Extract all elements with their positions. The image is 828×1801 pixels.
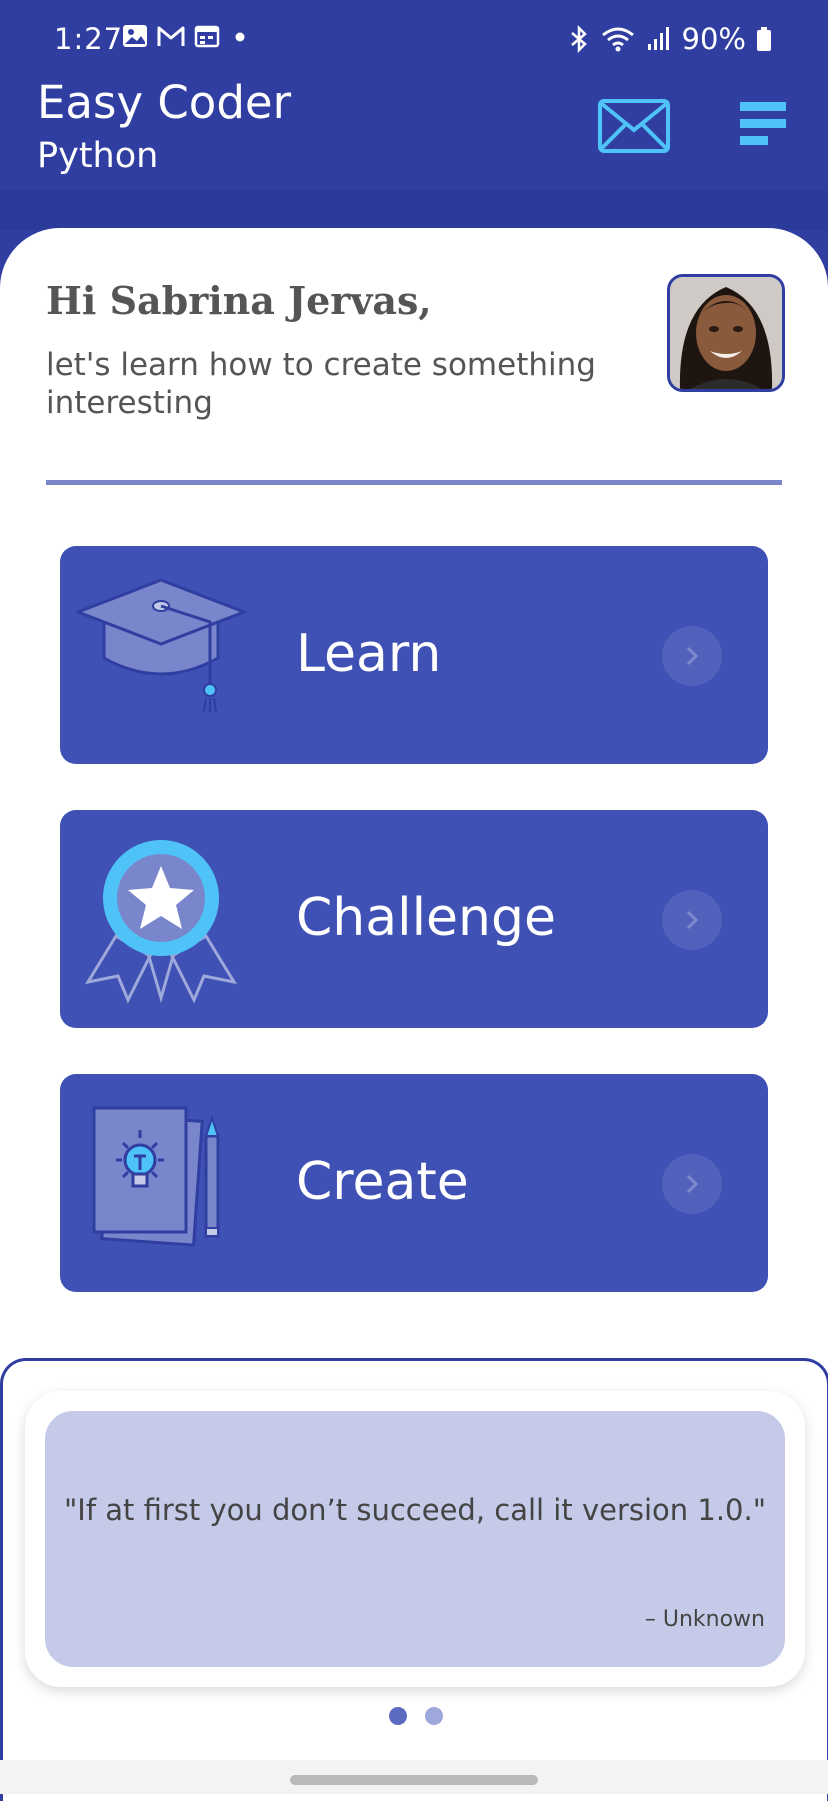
pager-dot-active[interactable] bbox=[389, 1707, 407, 1725]
create-label: Create bbox=[296, 1152, 469, 1212]
create-arrow[interactable] bbox=[662, 1154, 722, 1214]
app-title: Easy Coder bbox=[37, 76, 292, 129]
chevron-right-icon bbox=[686, 1174, 699, 1194]
quote-inner: "If at first you don’t succeed, call it … bbox=[45, 1411, 785, 1667]
learn-label: Learn bbox=[296, 624, 442, 684]
gmail-icon bbox=[157, 26, 185, 46]
challenge-arrow[interactable] bbox=[662, 890, 722, 950]
challenge-label: Challenge bbox=[296, 888, 556, 948]
quote-card[interactable]: "If at first you don’t succeed, call it … bbox=[25, 1391, 805, 1687]
dot-icon bbox=[235, 32, 245, 42]
idea-notebook-icon bbox=[76, 1100, 246, 1270]
learn-arrow[interactable] bbox=[662, 626, 722, 686]
chevron-right-icon bbox=[686, 910, 699, 930]
app-subtitle: Python bbox=[37, 136, 159, 176]
divider bbox=[46, 480, 782, 485]
header-shade bbox=[0, 190, 828, 230]
wifi-icon bbox=[601, 27, 634, 52]
menu-icon bbox=[740, 102, 786, 145]
image-icon bbox=[123, 25, 147, 47]
user-photo-icon bbox=[670, 277, 782, 389]
mail-icon bbox=[598, 99, 670, 153]
pager-dots bbox=[389, 1707, 443, 1725]
graduation-cap-icon bbox=[73, 572, 249, 742]
quote-text: "If at first you don’t succeed, call it … bbox=[63, 1493, 767, 1527]
quote-author: – Unknown bbox=[644, 1607, 765, 1632]
status-right-icons: 90% bbox=[568, 22, 772, 56]
mail-button[interactable] bbox=[597, 98, 671, 154]
home-indicator[interactable] bbox=[290, 1775, 538, 1785]
challenge-card[interactable]: Challenge bbox=[60, 810, 768, 1028]
greeting-title: Hi Sabrina Jervas, bbox=[46, 278, 432, 323]
chevron-right-icon bbox=[686, 646, 699, 666]
avatar[interactable] bbox=[667, 274, 785, 392]
status-time: 1:27 bbox=[54, 22, 124, 56]
status-bar: 1:27 90% bbox=[0, 0, 828, 80]
learn-card[interactable]: Learn bbox=[60, 546, 768, 764]
signal-icon bbox=[647, 27, 669, 50]
quote-panel: "If at first you don’t succeed, call it … bbox=[0, 1358, 828, 1801]
bluetooth-icon bbox=[570, 25, 587, 53]
calendar-icon bbox=[194, 25, 220, 48]
status-left-icons bbox=[122, 24, 248, 48]
create-card[interactable]: Create bbox=[60, 1074, 768, 1292]
battery-icon bbox=[757, 27, 771, 51]
menu-button[interactable] bbox=[738, 100, 788, 150]
greeting-subtitle: let's learn how to create something inte… bbox=[46, 347, 596, 421]
battery-percentage: 90% bbox=[681, 22, 746, 56]
award-badge-icon bbox=[76, 836, 246, 1006]
pager-dot[interactable] bbox=[425, 1707, 443, 1725]
